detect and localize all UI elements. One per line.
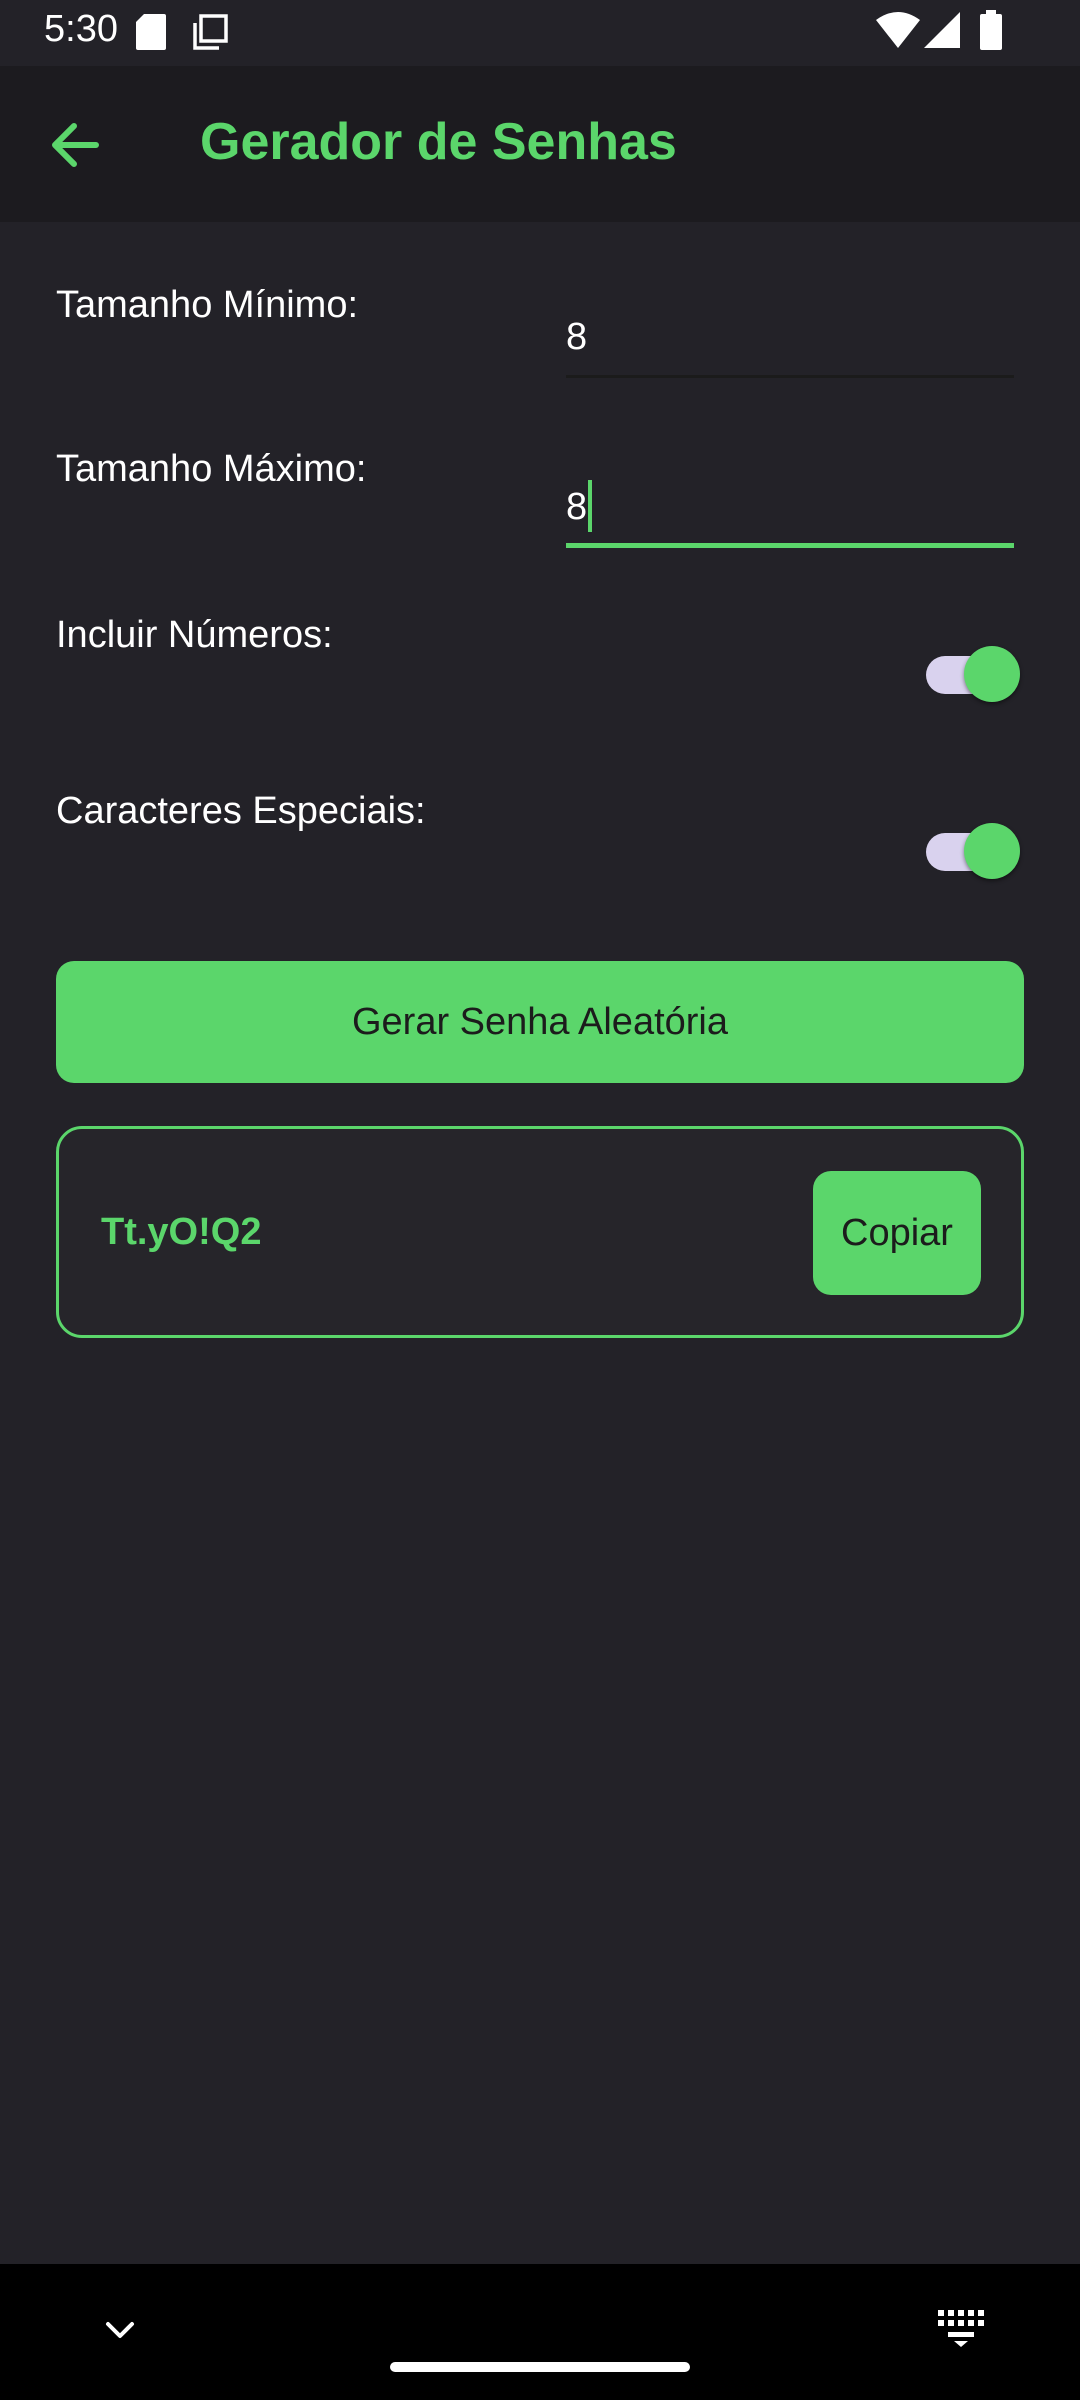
app-bar: Gerador de Senhas [0, 66, 1080, 222]
battery-icon [980, 10, 1002, 55]
max-length-value: 8 [566, 486, 588, 528]
min-length-value: 8 [566, 316, 588, 358]
min-length-label: Tamanho Mínimo: [56, 284, 359, 326]
text-cursor [588, 480, 592, 532]
generated-password: Tt.yO!Q2 [101, 1211, 262, 1253]
screen: 5:30 Gerador de Senhas Tamanho Mínimo: 8… [0, 0, 1080, 2400]
sd-card-icon [136, 14, 166, 55]
min-length-field[interactable]: 8 [566, 302, 1014, 378]
include-numbers-label: Incluir Números: [56, 614, 333, 656]
generate-password-button[interactable]: Gerar Senha Aleatória [56, 961, 1024, 1083]
special-chars-switch[interactable] [926, 820, 1020, 884]
status-time: 5:30 [44, 8, 118, 50]
switch-thumb [964, 646, 1020, 702]
special-chars-label: Caracteres Especiais: [56, 790, 426, 832]
home-handle[interactable] [390, 2362, 690, 2372]
back-button[interactable] [36, 106, 114, 184]
copy-button[interactable]: Copiar [813, 1171, 981, 1295]
navigation-bar [0, 2264, 1080, 2400]
chevron-down-icon[interactable] [98, 2308, 142, 2352]
max-length-field[interactable]: 8 [566, 472, 1014, 548]
max-length-label: Tamanho Máximo: [56, 448, 367, 490]
copy-icon [192, 14, 228, 55]
signal-icon [924, 12, 960, 53]
keyboard-icon[interactable] [936, 2308, 986, 2348]
switch-thumb [964, 823, 1020, 879]
include-numbers-switch[interactable] [926, 643, 1020, 707]
page-title: Gerador de Senhas [200, 113, 677, 171]
wifi-icon [876, 12, 920, 53]
status-bar: 5:30 [0, 0, 1080, 66]
password-result-card: Tt.yO!Q2 Copiar [56, 1126, 1024, 1338]
arrow-back-icon [52, 123, 99, 167]
